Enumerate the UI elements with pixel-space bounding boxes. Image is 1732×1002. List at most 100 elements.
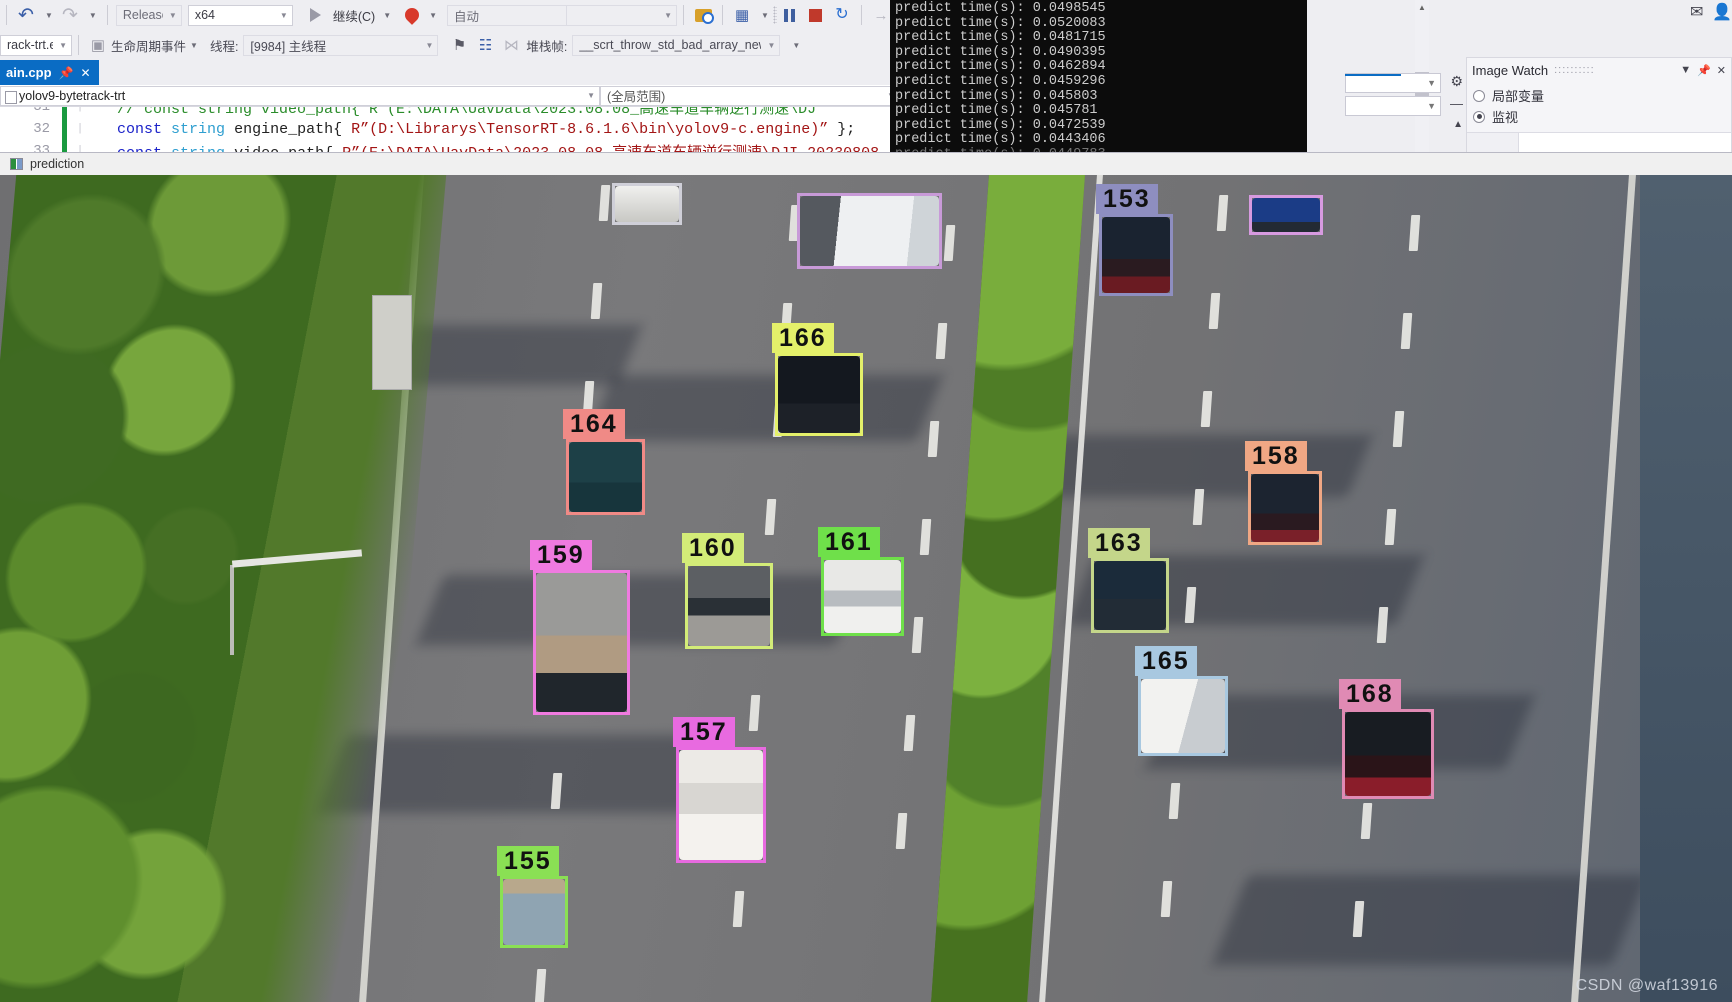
member-scope-value: (全局范围): [607, 90, 666, 104]
continue-play-icon[interactable]: [303, 3, 329, 27]
pin-icon[interactable]: 📌: [59, 66, 74, 80]
bounding-box: [566, 439, 645, 515]
detection-box-163[interactable]: 163: [1088, 528, 1169, 633]
watch-filter-combo[interactable]: ▼: [1345, 73, 1441, 93]
configuration-value: Release: [122, 8, 163, 22]
radio-locals[interactable]: 局部变量: [1473, 85, 1725, 106]
close-icon[interactable]: ✕: [80, 66, 90, 80]
detection-box-159[interactable]: 159: [530, 540, 630, 715]
project-scope-combo[interactable]: yolov9-bytetrack-trt ▼: [0, 85, 600, 106]
hot-reload-icon[interactable]: [399, 3, 425, 27]
pin-icon[interactable]: 📌: [1697, 64, 1711, 77]
radio-watch[interactable]: 监视: [1473, 106, 1725, 127]
detection-box-157[interactable]: 157: [673, 717, 766, 863]
detection-box-top-sedan[interactable]: [797, 193, 942, 269]
fold-marker[interactable]: |: [67, 123, 93, 135]
chevron-down-icon: ▼: [767, 40, 776, 50]
window-layout-button[interactable]: ▦ ▼: [729, 3, 773, 27]
process-combo[interactable]: rack-trt.exe ▼: [0, 34, 72, 56]
debug-target-combo[interactable]: 自动: [447, 4, 568, 26]
lifecycle-events-icon[interactable]: ▣: [85, 33, 111, 57]
toolbar-overflow-icon[interactable]: ▼: [788, 41, 804, 50]
prediction-canvas[interactable]: 153 166 164 158 159 160 161 163 165 168 …: [0, 175, 1732, 1002]
road-shadow: [415, 575, 865, 645]
tab-main-cpp[interactable]: ain.cpp 📌 ✕: [0, 60, 99, 85]
detection-box-158[interactable]: 158: [1245, 441, 1322, 545]
detection-label: 158: [1245, 441, 1307, 471]
chevron-down-icon[interactable]: ▼: [1680, 64, 1691, 76]
configuration-combo[interactable]: Release ▼: [115, 4, 182, 26]
detection-label: 165: [1135, 646, 1197, 676]
watch-search-combo[interactable]: ▼: [1345, 96, 1441, 116]
detection-box-165[interactable]: 165: [1135, 646, 1228, 756]
flag-icon[interactable]: ⚑: [446, 33, 472, 57]
toolbar-separator: [78, 35, 79, 55]
close-icon[interactable]: ✕: [1717, 64, 1726, 77]
lifecycle-events-label[interactable]: 生命周期事件: [111, 36, 186, 55]
window-layout-icon: ▦: [734, 7, 750, 24]
account-icon[interactable]: 👤: [1712, 2, 1732, 22]
fold-marker[interactable]: |: [67, 107, 93, 113]
detection-box-168[interactable]: 168: [1339, 679, 1434, 799]
detection-box-161[interactable]: 161: [818, 527, 904, 636]
undo-icon: ↶: [18, 4, 34, 26]
detection-box-top-white-car[interactable]: [612, 183, 682, 225]
modules-icon[interactable]: ☷: [472, 33, 498, 57]
platform-combo[interactable]: x64 ▼: [187, 4, 293, 26]
pause-icon[interactable]: [777, 3, 803, 27]
road-shadow: [586, 375, 944, 441]
prediction-window-titlebar[interactable]: prediction: [0, 153, 1732, 175]
chevron-down-icon[interactable]: ▼: [85, 11, 101, 20]
chevron-down-icon[interactable]: ▼: [425, 11, 441, 20]
detection-box-truck[interactable]: [1249, 195, 1323, 235]
detection-box-155[interactable]: 155: [497, 846, 568, 948]
stop-icon[interactable]: [803, 3, 829, 27]
screenshot-root: ↶ ▼ ↷ ▼ Release ▼ x64 ▼ 继续(C) ▼ ▼ 自动: [0, 0, 1732, 1002]
undo-button[interactable]: ↶ ▼: [13, 3, 57, 27]
detection-box-166[interactable]: 166: [772, 323, 863, 436]
share-icon[interactable]: ✉: [1690, 2, 1703, 22]
chevron-down-icon[interactable]: ▼: [186, 41, 202, 50]
chevron-down-icon[interactable]: ▼: [757, 11, 773, 20]
console-line: predict time(s): 0.0490395: [895, 44, 1106, 60]
scroll-up-icon[interactable]: ▲: [1453, 119, 1463, 130]
detection-box-160[interactable]: 160: [682, 533, 773, 649]
detection-box-153[interactable]: 153: [1096, 184, 1173, 296]
splitter-icon[interactable]: ―: [1450, 96, 1463, 111]
code-text: // const string video_path{ R"(E:\DATA\U…: [117, 107, 817, 118]
detection-box-164[interactable]: 164: [563, 409, 645, 515]
visual-studio-chrome: ↶ ▼ ↷ ▼ Release ▼ x64 ▼ 继续(C) ▼ ▼ 自动: [0, 0, 1732, 160]
redo-button[interactable]: ↷ ▼: [57, 3, 101, 27]
bounding-box: [821, 557, 904, 636]
bounding-box: [1099, 214, 1173, 296]
thread-combo[interactable]: [9984] 主线程 ▼: [243, 34, 439, 56]
chevron-down-icon: ▼: [1427, 101, 1436, 111]
image-watch-panel: Image Watch :::::::::: ▼ 📌 ✕ 局部变量 监视: [1466, 57, 1732, 160]
member-scope-combo[interactable]: (全局范围) ▼: [600, 85, 900, 106]
restart-icon[interactable]: ↻: [829, 3, 855, 27]
panel-drag-dots[interactable]: ::::::::::: [1554, 64, 1674, 76]
detection-label: 166: [772, 323, 834, 353]
console-line: predict time(s): 0.0459296: [895, 73, 1106, 89]
code-line: 31 | // const string video_path{ R"(E:\D…: [0, 107, 816, 118]
radio-selected-icon: [1473, 110, 1485, 123]
chevron-down-icon[interactable]: ▼: [41, 11, 57, 20]
chevron-down-icon[interactable]: ▼: [379, 11, 395, 20]
link-icon[interactable]: ⋈: [498, 33, 524, 57]
detection-label: 161: [818, 527, 880, 557]
console-line: predict time(s): 0.0498545: [895, 1, 1106, 16]
image-watch-header[interactable]: Image Watch :::::::::: ▼ 📌 ✕: [1467, 58, 1731, 82]
redo-icon: ↷: [61, 4, 78, 26]
bounding-box: [1091, 558, 1169, 633]
continue-button-label[interactable]: 继续(C): [329, 6, 379, 25]
bounding-box: [1249, 195, 1323, 235]
open-file-icon[interactable]: [690, 3, 716, 27]
fold-marker[interactable]: |: [67, 145, 93, 152]
scroll-up-icon[interactable]: ▲: [1415, 0, 1429, 14]
gear-icon[interactable]: ⚙: [1450, 73, 1463, 90]
sign-pole: [230, 565, 234, 655]
debug-target-combo-ext[interactable]: ▼: [567, 4, 678, 26]
stackframe-combo[interactable]: __scrt_throw_std_bad_array_new_lengtl ▼: [572, 34, 781, 56]
radio-locals-label: 局部变量: [1492, 89, 1545, 104]
code-editor[interactable]: 31 | // const string video_path{ R"(E:\D…: [0, 107, 900, 152]
